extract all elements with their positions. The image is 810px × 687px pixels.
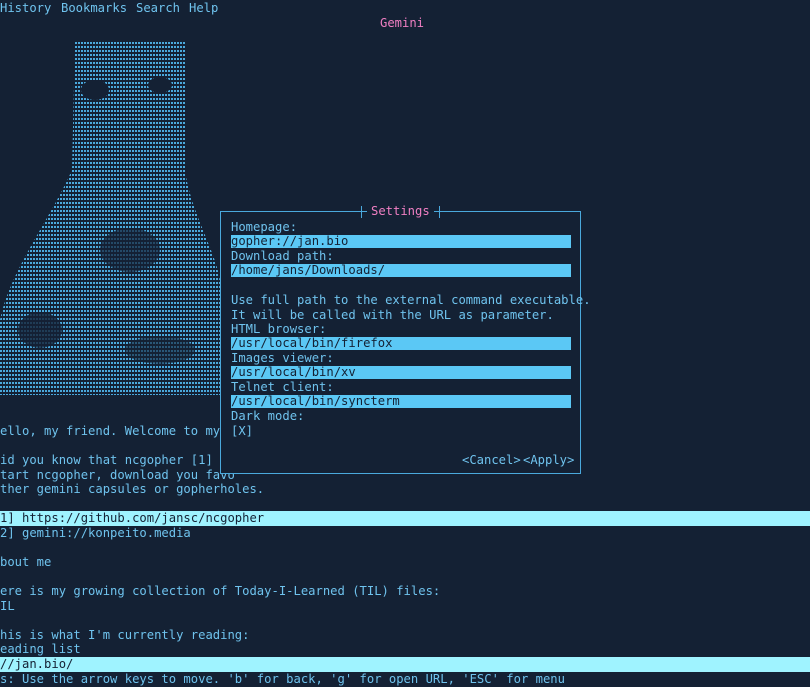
title-bar-left — [361, 206, 362, 218]
content-line: ther gemini capsules or gopherholes. — [0, 482, 265, 496]
menu-history[interactable]: History — [0, 1, 51, 16]
til-link[interactable]: IL — [0, 599, 810, 614]
note-line-1: Use full path to the external command ex… — [231, 293, 591, 307]
title-bar-right — [439, 206, 440, 218]
menu-bookmarks[interactable]: Bookmarks — [61, 1, 127, 16]
about-heading: bout me — [0, 555, 52, 569]
status-bar: s: Use the arrow keys to move. 'b' for b… — [0, 672, 565, 686]
cancel-button[interactable]: <Cancel> — [462, 453, 521, 468]
html-browser-label: HTML browser: — [231, 322, 327, 336]
images-viewer-field[interactable]: /usr/local/bin/xv — [231, 366, 571, 379]
til-intro: ere is my growing collection of Today-I-… — [0, 584, 441, 598]
images-viewer-label: Images viewer: — [231, 351, 334, 365]
apply-button[interactable]: <Apply> — [523, 453, 574, 468]
telnet-client-label: Telnet client: — [231, 380, 334, 394]
ascii-art-image — [0, 40, 220, 395]
link-github[interactable]: 1] https://github.com/jansc/ncgopher — [0, 511, 810, 526]
download-label: Download path: — [231, 249, 334, 263]
dark-mode-checkbox[interactable]: [X] — [231, 424, 253, 439]
reading-intro: his is what I'm currently reading: — [0, 628, 250, 642]
homepage-label: Homepage: — [231, 220, 298, 234]
link-konpeito[interactable]: 2] gemini://konpeito.media — [0, 526, 810, 541]
note-line-2: It will be called with the URL as parame… — [231, 308, 554, 322]
page-title: Gemini — [380, 16, 425, 30]
telnet-client-field[interactable]: /usr/local/bin/syncterm — [231, 395, 571, 408]
reading-link[interactable]: eading list — [0, 642, 810, 657]
menu-help[interactable]: Help — [189, 1, 218, 16]
menu-search[interactable]: Search — [136, 1, 180, 16]
html-browser-field[interactable]: /usr/local/bin/firefox — [231, 337, 571, 350]
download-path-field[interactable]: /home/jans/Downloads/ — [231, 264, 571, 277]
settings-dialog: Settings Homepage: gopher://jan.bio Down… — [220, 204, 591, 474]
settings-title: Settings — [367, 204, 434, 219]
dark-mode-label: Dark mode: — [231, 409, 305, 423]
homepage-field[interactable]: gopher://jan.bio — [231, 235, 571, 248]
url-bar[interactable]: //jan.bio/ — [0, 657, 810, 672]
